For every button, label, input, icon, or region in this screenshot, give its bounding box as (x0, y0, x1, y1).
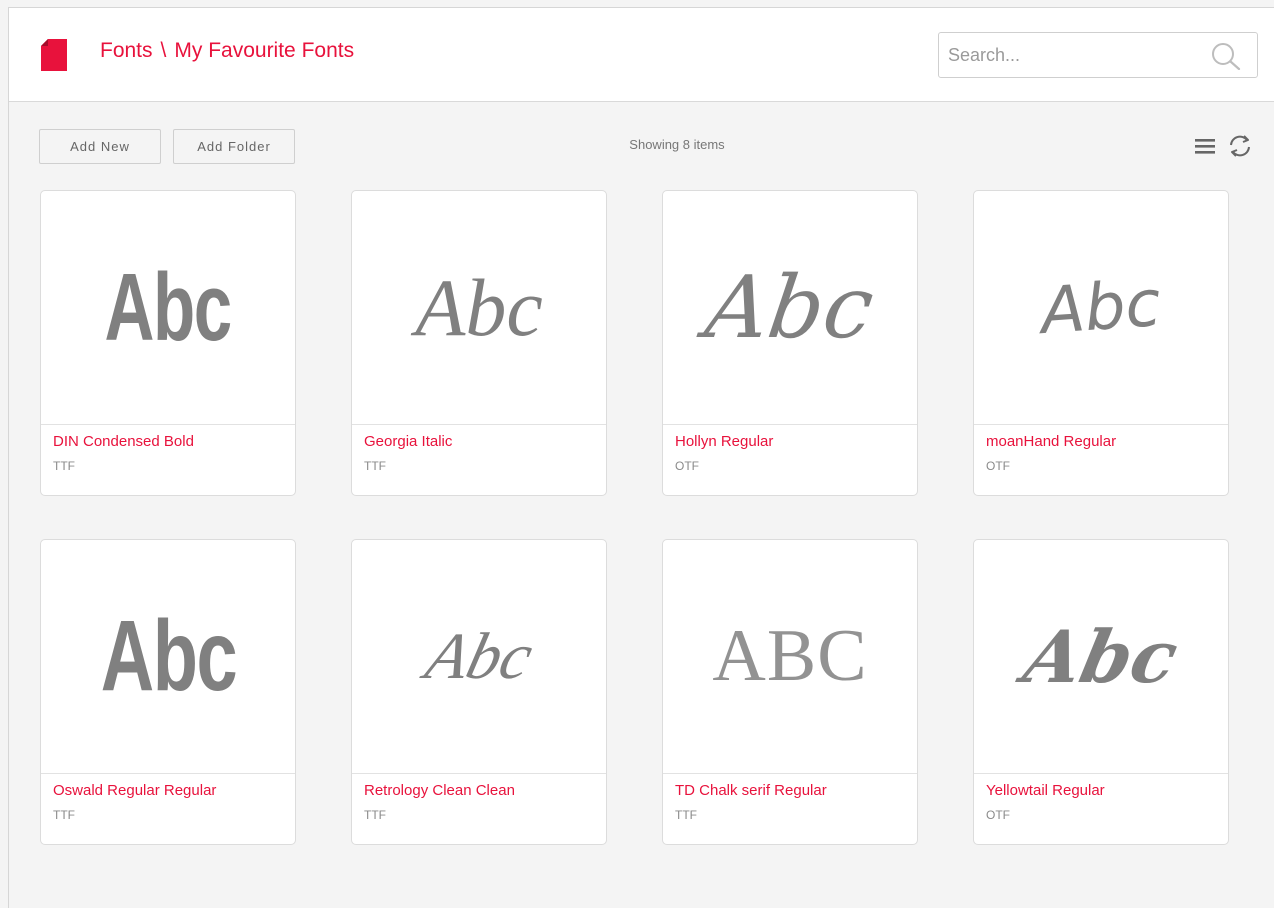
breadcrumb-fonts[interactable]: Fonts (100, 39, 153, 63)
font-card-hollyn[interactable]: Abc Hollyn Regular OTF (662, 190, 918, 496)
item-count-status: Showing 8 items (629, 137, 725, 152)
list-view-icon[interactable] (1195, 137, 1215, 155)
font-name[interactable]: moanHand Regular (986, 433, 1222, 450)
font-manager-window: Fonts \ My Favourite Fonts Add New Add Fol… (8, 7, 1274, 908)
font-card-yellowtail[interactable]: Abc Yellowtail Regular OTF (973, 539, 1229, 845)
font-sample: Abc (415, 261, 543, 353)
font-type: TTF (364, 808, 386, 822)
header-bar: Fonts \ My Favourite Fonts (9, 8, 1274, 102)
font-card-oswald[interactable]: Abc Oswald Regular Regular TTF (40, 539, 296, 845)
font-name[interactable]: Hollyn Regular (675, 433, 911, 450)
refresh-icon[interactable] (1227, 133, 1253, 159)
font-type: TTF (53, 459, 75, 473)
search-input[interactable] (939, 33, 1199, 77)
breadcrumb-separator: \ (160, 39, 167, 62)
font-name[interactable]: Yellowtail Regular (986, 782, 1222, 799)
breadcrumb: Fonts \ My Favourite Fonts (100, 39, 354, 63)
breadcrumb-current-folder: My Favourite Fonts (174, 39, 355, 62)
font-sample: Abc (418, 619, 540, 693)
font-name[interactable]: Georgia Italic (364, 433, 600, 450)
font-preview: Abc (41, 191, 295, 425)
font-name[interactable]: TD Chalk serif Regular (675, 782, 911, 799)
font-name[interactable]: Oswald Regular Regular (53, 782, 289, 799)
font-type: OTF (675, 459, 699, 473)
font-name[interactable]: DIN Condensed Bold (53, 433, 289, 450)
font-preview: Abc (974, 540, 1228, 774)
font-type: OTF (986, 808, 1010, 822)
add-folder-button[interactable]: Add Folder (173, 129, 295, 164)
font-type: TTF (53, 808, 75, 822)
font-sample: Abc (104, 253, 233, 361)
font-preview: ABC (663, 540, 917, 774)
add-new-button[interactable]: Add New (39, 129, 161, 164)
font-card-moanhand[interactable]: Abc moanHand Regular OTF (973, 190, 1229, 496)
font-sample: Abc (100, 600, 237, 712)
search-icon[interactable] (1211, 42, 1241, 70)
font-card-retrology[interactable]: Abc Retrology Clean Clean TTF (351, 539, 607, 845)
font-sample: ABC (712, 615, 868, 697)
font-card-din[interactable]: Abc DIN Condensed Bold TTF (40, 190, 296, 496)
font-preview: Abc (663, 191, 917, 425)
font-sample: Abc (1016, 614, 1186, 699)
font-card-georgia[interactable]: Abc Georgia Italic TTF (351, 190, 607, 496)
font-preview: Abc (352, 191, 606, 425)
font-type: OTF (986, 459, 1010, 473)
font-preview: Abc (352, 540, 606, 774)
font-card-td-chalk[interactable]: ABC TD Chalk serif Regular TTF (662, 539, 918, 845)
font-sample: Abc (1038, 266, 1164, 349)
font-type: TTF (364, 459, 386, 473)
font-preview: Abc (974, 191, 1228, 425)
font-type: TTF (675, 808, 697, 822)
font-name[interactable]: Retrology Clean Clean (364, 782, 600, 799)
font-sample: Abc (700, 257, 880, 358)
search-box (938, 32, 1258, 78)
font-preview: Abc (41, 540, 295, 774)
file-icon (41, 39, 67, 71)
